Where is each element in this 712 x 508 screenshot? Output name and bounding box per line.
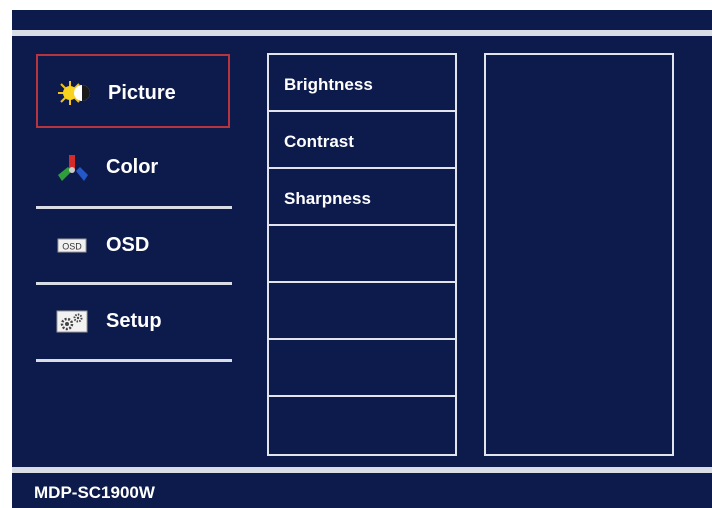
submenu-panel: Brightness Contrast Sharpness — [267, 53, 457, 456]
submenu-item-empty — [269, 340, 455, 397]
menu-item-osd[interactable]: OSD OSD — [36, 208, 230, 282]
submenu-item-contrast[interactable]: Contrast — [269, 112, 455, 169]
menu-item-label: OSD — [106, 234, 150, 256]
menu-item-color[interactable]: Color — [36, 130, 230, 204]
menu-item-setup[interactable]: Setup — [36, 284, 230, 358]
top-divider — [12, 30, 712, 36]
color-rgb-icon — [56, 153, 90, 181]
picture-brightness-icon — [58, 79, 92, 107]
menu-item-label: Picture — [108, 82, 176, 104]
detail-panel — [484, 53, 674, 456]
osd-icon: OSD — [56, 231, 90, 259]
submenu-item-empty — [269, 226, 455, 283]
osd-screen: Picture Color OSD OSD Setup Brightness C… — [12, 10, 712, 508]
menu-item-label: Setup — [106, 310, 162, 332]
submenu-item-sharpness[interactable]: Sharpness — [269, 169, 455, 226]
submenu-item-brightness[interactable]: Brightness — [269, 55, 455, 112]
submenu-item-empty — [269, 283, 455, 340]
bottom-divider — [12, 467, 712, 473]
model-name: MDP-SC1900W — [34, 483, 155, 502]
menu-separator — [36, 359, 232, 362]
submenu-item-empty — [269, 397, 455, 454]
setup-gears-icon — [56, 307, 90, 335]
menu-item-picture[interactable]: Picture — [36, 54, 230, 128]
menu-item-label: Color — [106, 156, 159, 178]
svg-text:OSD: OSD — [62, 242, 82, 252]
